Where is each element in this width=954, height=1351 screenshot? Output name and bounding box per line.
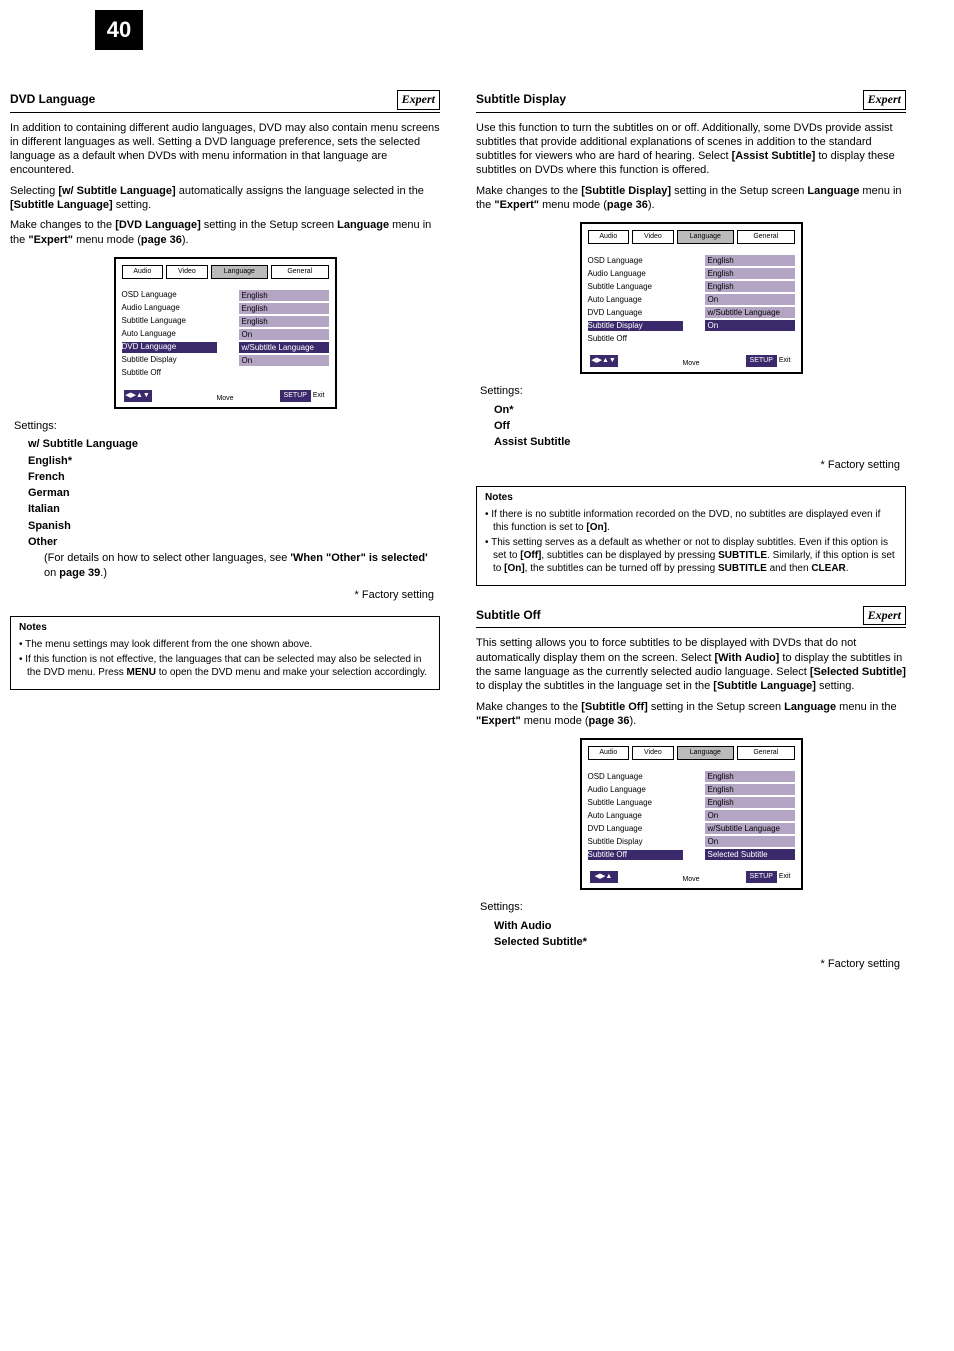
dvd-language-title: DVD Language xyxy=(10,92,95,108)
nav-arrows-icon: ◀▶▲ xyxy=(590,871,618,883)
subtitle-display-notes: Notes If there is no subtitle informatio… xyxy=(476,486,906,586)
factory-setting: * Factory setting xyxy=(10,588,434,602)
scr-tab-audio: Audio xyxy=(588,230,630,244)
setting-option: Off xyxy=(494,419,906,433)
setting-option: French xyxy=(28,470,440,484)
scr-hint-setup: SETUP Exit xyxy=(746,871,791,883)
note-item: If this function is not effective, the l… xyxy=(19,653,431,679)
subtitle-off-header: Subtitle Off Expert xyxy=(476,606,906,629)
setting-option: English* xyxy=(28,454,440,468)
nav-arrows-icon: ◀▶▲▼ xyxy=(590,355,618,367)
page-number: 40 xyxy=(95,10,143,50)
subtitle-display-title: Subtitle Display xyxy=(476,92,566,108)
factory-setting: * Factory setting xyxy=(476,458,900,472)
factory-setting: * Factory setting xyxy=(476,957,900,971)
note-item: If there is no subtitle information reco… xyxy=(485,508,897,534)
scr-tab-general: General xyxy=(737,230,794,244)
dvd-language-settings: w/ Subtitle Language English* French Ger… xyxy=(28,437,440,580)
subtitle-display-line2: Make changes to the [Subtitle Display] s… xyxy=(476,184,906,213)
scr-hint-move: Move xyxy=(682,359,699,368)
scr-tab-video: Video xyxy=(632,746,674,760)
note-item: This setting serves as a default as whet… xyxy=(485,536,897,575)
setting-option: With Audio xyxy=(494,919,906,933)
nav-arrows-icon: ◀▶▲▼ xyxy=(124,390,152,402)
subtitle-off-settings: With Audio Selected Subtitle* xyxy=(494,919,906,950)
setting-option: w/ Subtitle Language xyxy=(28,437,440,451)
scr-hint-setup: SETUP Exit xyxy=(280,390,325,402)
settings-label: Settings: xyxy=(480,384,906,398)
left-column: DVD Language Expert In addition to conta… xyxy=(10,90,440,971)
setting-option: Spanish xyxy=(28,519,440,533)
subtitle-display-menu-screenshot: Audio Video Language General OSD Languag… xyxy=(580,222,803,374)
scr-tab-general: General xyxy=(737,746,794,760)
scr-tab-audio: Audio xyxy=(122,265,164,279)
setting-option: German xyxy=(28,486,440,500)
scr-tab-audio: Audio xyxy=(588,746,630,760)
setting-option: Italian xyxy=(28,502,440,516)
scr-tab-general: General xyxy=(271,265,328,279)
subtitle-display-intro: Use this function to turn the subtitles … xyxy=(476,121,906,178)
dvd-language-line2: Make changes to the [DVD Language] setti… xyxy=(10,218,440,247)
subtitle-off-intro: This setting allows you to force subtitl… xyxy=(476,636,906,693)
setting-option: Selected Subtitle* xyxy=(494,935,906,949)
notes-title: Notes xyxy=(485,491,897,504)
other-detail: (For details on how to select other lang… xyxy=(44,551,440,580)
expert-badge: Expert xyxy=(863,606,906,626)
scr-tab-language: Language xyxy=(211,265,268,279)
subtitle-off-line2: Make changes to the [Subtitle Off] setti… xyxy=(476,700,906,729)
setting-option: Other xyxy=(28,535,440,549)
subtitle-display-settings: On* Off Assist Subtitle xyxy=(494,403,906,450)
right-column: Subtitle Display Expert Use this functio… xyxy=(476,90,906,971)
dvd-language-intro: In addition to containing different audi… xyxy=(10,121,440,178)
note-item: The menu settings may look different fro… xyxy=(19,638,431,651)
scr-hint-move: Move xyxy=(682,875,699,884)
subtitle-display-header: Subtitle Display Expert xyxy=(476,90,906,113)
subtitle-off-menu-screenshot: Audio Video Language General OSD Languag… xyxy=(580,738,803,890)
dvd-language-menu-screenshot: Audio Video Language General OSD Languag… xyxy=(114,257,337,409)
scr-hint-setup: SETUP Exit xyxy=(746,355,791,367)
setting-option: On* xyxy=(494,403,906,417)
dvd-language-header: DVD Language Expert xyxy=(10,90,440,113)
notes-title: Notes xyxy=(19,621,431,634)
settings-label: Settings: xyxy=(480,900,906,914)
expert-badge: Expert xyxy=(863,90,906,110)
expert-badge: Expert xyxy=(397,90,440,110)
settings-label: Settings: xyxy=(14,419,440,433)
scr-tab-language: Language xyxy=(677,746,734,760)
scr-tab-language: Language xyxy=(677,230,734,244)
dvd-language-notes: Notes The menu settings may look differe… xyxy=(10,616,440,690)
scr-tab-video: Video xyxy=(166,265,208,279)
scr-hint-move: Move xyxy=(216,394,233,403)
dvd-language-line1: Selecting [w/ Subtitle Language] automat… xyxy=(10,184,440,213)
setting-option: Assist Subtitle xyxy=(494,435,906,449)
subtitle-off-title: Subtitle Off xyxy=(476,608,541,624)
scr-tab-video: Video xyxy=(632,230,674,244)
